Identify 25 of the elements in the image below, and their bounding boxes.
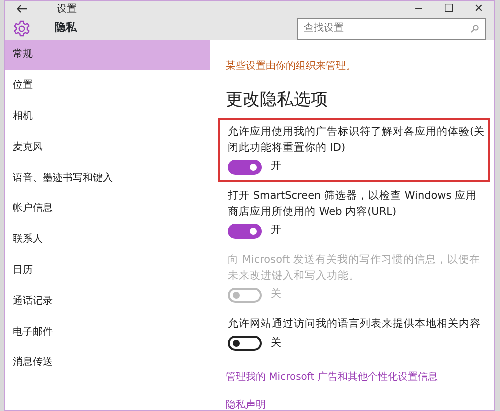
toggle-switch[interactable] [228, 224, 262, 239]
notice-text: 某些设置由你的组织来管理。 [226, 60, 357, 74]
toggle-state-label: 开 [271, 223, 282, 238]
toggle-state-label: 关 [271, 287, 282, 302]
toggle-state-label: 开 [271, 159, 282, 174]
text-link[interactable]: 管理我的 Microsoft 广告和其他个性化设置信息 [226, 370, 438, 386]
option-description: 允许网站通过访问我的语言列表来提供本地相关内容 [228, 317, 482, 332]
section-heading: 更改隐私选项 [226, 88, 329, 112]
search-field[interactable]: 查找设置 [297, 18, 486, 40]
option-description: 打开 SmartScreen 筛选器，以检查 Windows 应用商店应用所使用的 Web 内容(URL) [228, 189, 478, 220]
settings-icon [13, 20, 31, 38]
search-icon [471, 24, 479, 32]
option-description: 向 Microsoft 发送有关我的写作习惯的信息，以便在未来改进键入和写入功能。 [228, 253, 482, 284]
toggle-switch[interactable] [228, 336, 262, 351]
maximize-button[interactable]: ☐ [434, 1, 464, 18]
minimize-button[interactable]: − [404, 1, 434, 18]
back-icon[interactable] [17, 5, 27, 14]
option-description: 允许应用使用我的广告标识符了解对各应用的体验(关闭此功能将重置你的 ID) [228, 125, 486, 156]
close-button[interactable]: ✕ [464, 1, 494, 18]
sidebar-item[interactable]: 常规 [5, 40, 210, 70]
text-link[interactable]: 隐私声明 [226, 398, 266, 410]
toggle-state-label: 关 [271, 336, 282, 350]
page-title: 隐私 [55, 20, 77, 36]
toggle-switch[interactable] [228, 160, 262, 175]
window-title: 设置 [57, 2, 77, 17]
